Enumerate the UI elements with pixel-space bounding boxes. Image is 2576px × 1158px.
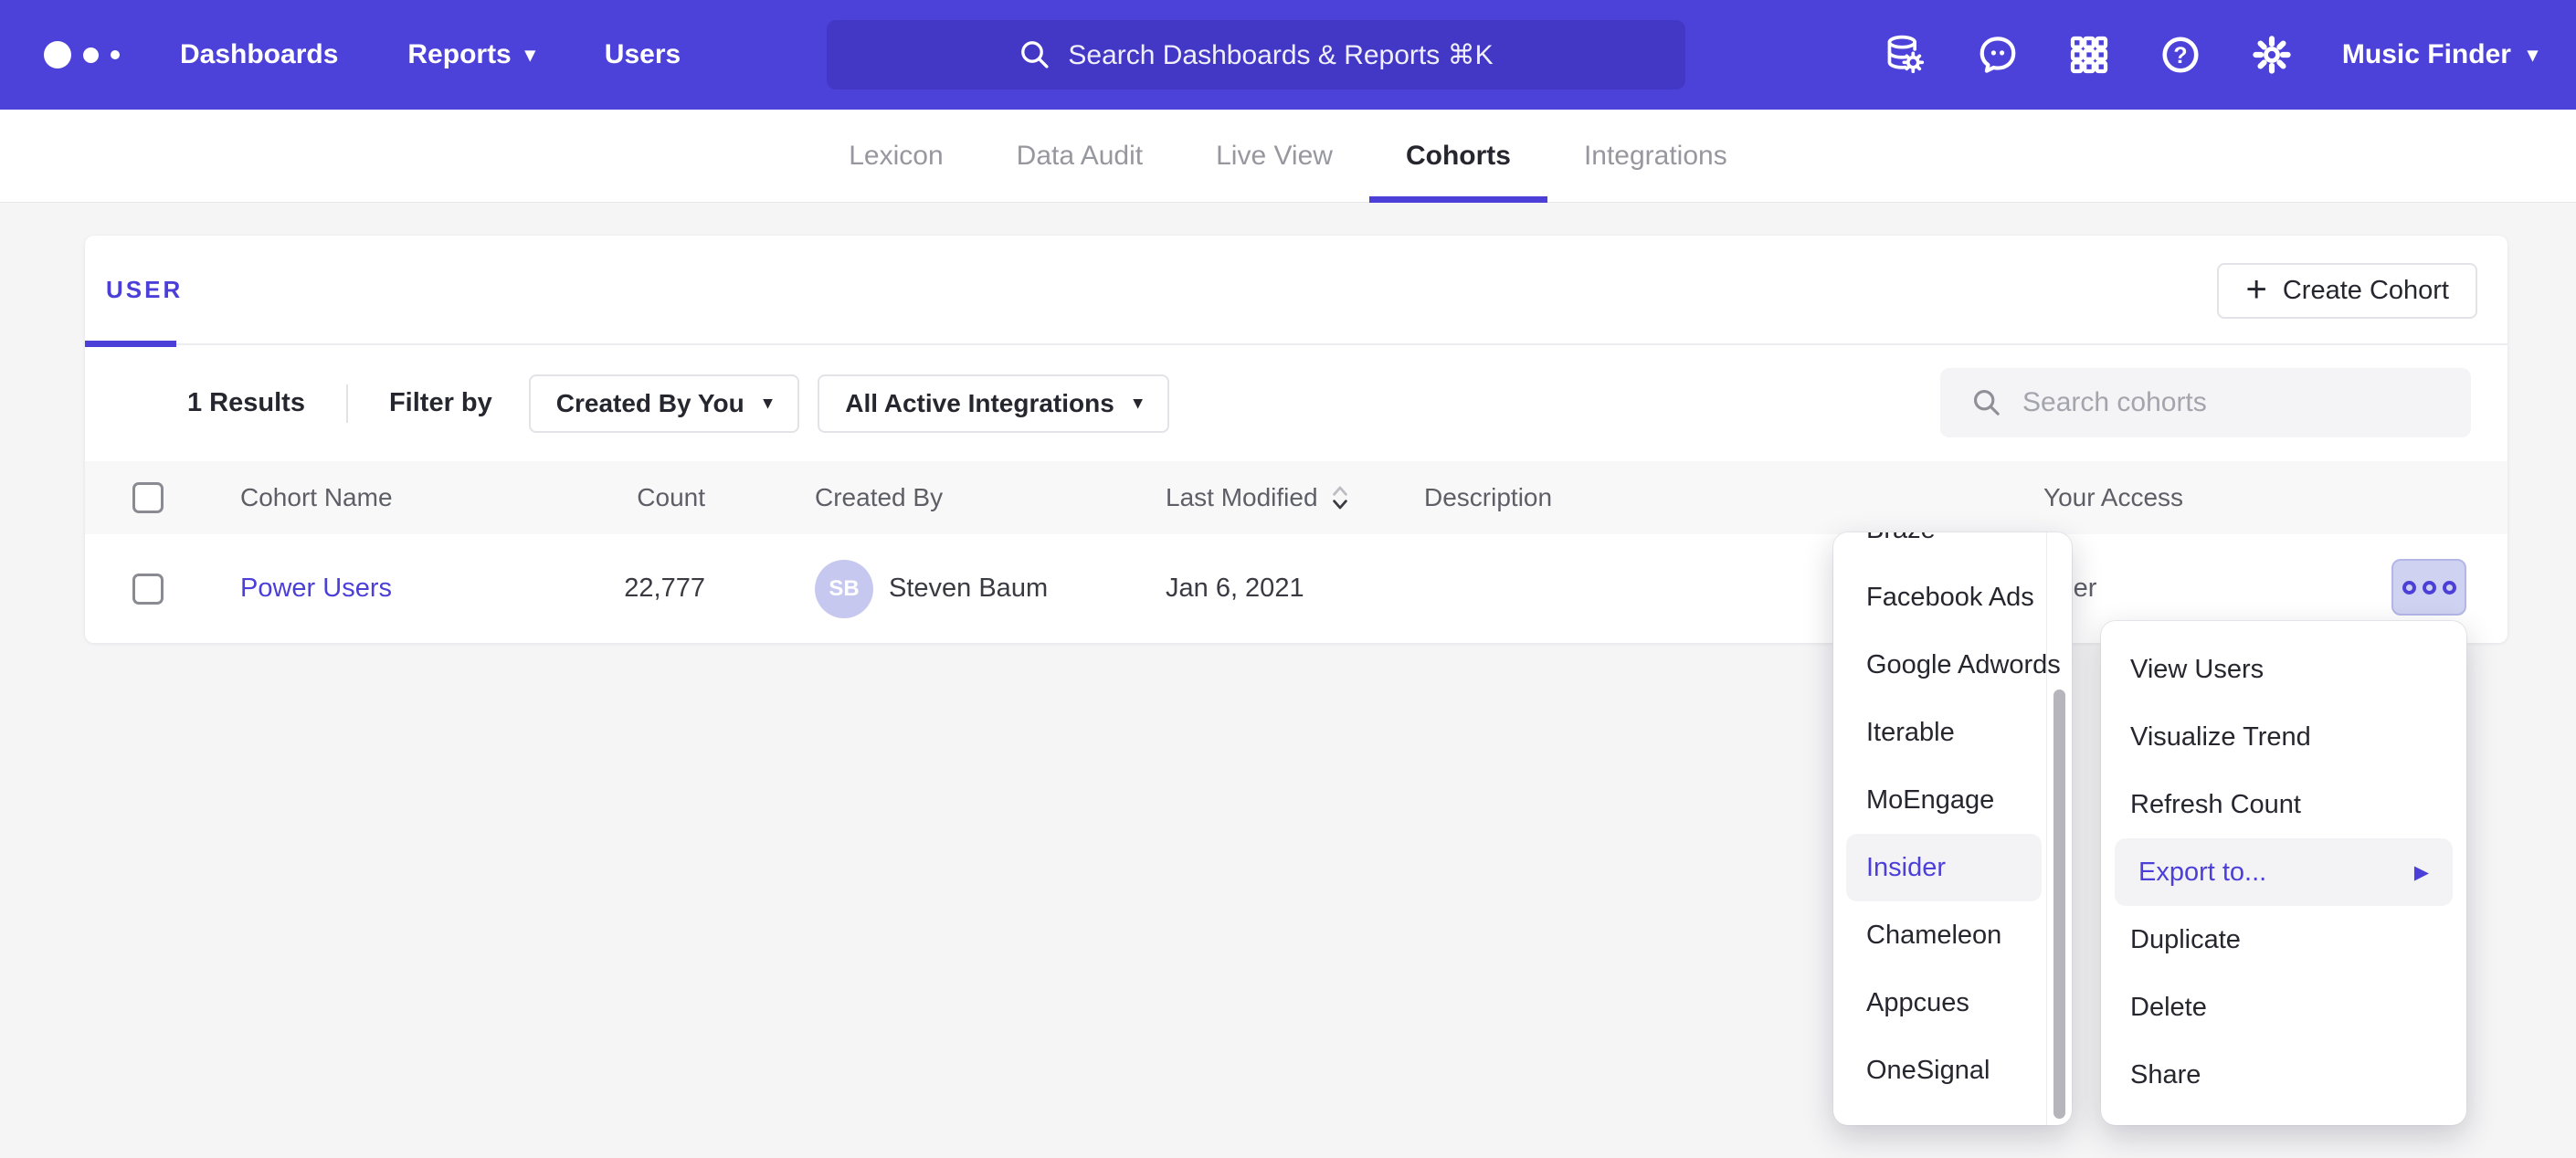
create-cohort-button[interactable]: + Create Cohort <box>2217 263 2477 319</box>
feedback-icon[interactable] <box>1977 34 2019 76</box>
create-cohort-label: Create Cohort <box>2283 276 2449 306</box>
menu-item-insider[interactable]: Insider <box>1846 834 2042 901</box>
svg-text:?: ? <box>2173 43 2187 68</box>
primary-nav: Dashboards Reports ▾ Users <box>180 39 681 70</box>
last-modified-date: Jan 6, 2021 <box>1166 534 1304 643</box>
menu-item-export-to[interactable]: Export to... ▶ <box>2115 838 2453 906</box>
chevron-down-icon: ▾ <box>2528 45 2538 65</box>
ellipsis-dot-icon <box>2443 581 2456 595</box>
export-to-label: Export to... <box>2138 858 2266 888</box>
row-context-menu: View Users Visualize Trend Refresh Count… <box>2101 621 2466 1125</box>
global-search-input[interactable]: Search Dashboards & Reports ⌘K <box>827 20 1685 89</box>
column-header-cohort-name: Cohort Name <box>240 461 393 534</box>
menu-item-visualize-trend[interactable]: Visualize Trend <box>2101 703 2466 771</box>
ellipsis-dot-icon <box>2423 581 2436 595</box>
project-name: Music Finder <box>2342 39 2511 70</box>
column-header-description: Description <box>1424 461 1552 534</box>
global-search-placeholder: Search Dashboards & Reports ⌘K <box>1068 39 1493 71</box>
menu-item-iterable[interactable]: Iterable <box>1833 699 2045 766</box>
integrations-filter-value: All Active Integrations <box>845 389 1114 418</box>
card-header: USER + Create Cohort <box>85 236 2507 345</box>
column-header-count: Count <box>487 461 705 534</box>
menu-item-refresh-count[interactable]: Refresh Count <box>2101 771 2466 838</box>
filter-by-label: Filter by <box>389 388 492 418</box>
created-by-name: Steven Baum <box>889 574 1048 604</box>
tab-data-audit[interactable]: Data Audit <box>980 110 1179 202</box>
cohorts-card: USER + Create Cohort 1 Results Filter by… <box>85 236 2507 643</box>
row-checkbox[interactable] <box>132 574 164 605</box>
menu-item-facebook-ads[interactable]: Facebook Ads <box>1833 563 2045 631</box>
ellipsis-dot-icon <box>2402 581 2416 595</box>
chevron-down-icon: ▾ <box>1134 395 1143 412</box>
data-management-icon[interactable] <box>1884 33 1927 77</box>
menu-item-moengage[interactable]: MoEngage <box>1833 766 2045 834</box>
menu-item-duplicate[interactable]: Duplicate <box>2101 906 2466 974</box>
tab-live-view[interactable]: Live View <box>1179 110 1369 202</box>
mixpanel-logo-icon[interactable] <box>44 41 120 68</box>
tab-integrations[interactable]: Integrations <box>1547 110 1764 202</box>
nav-reports-label: Reports <box>407 39 511 70</box>
column-header-your-access: Your Access <box>2043 461 2183 534</box>
menu-item-view-users[interactable]: View Users <box>2101 636 2466 703</box>
search-cohorts-field <box>1940 368 2471 437</box>
submenu-arrow-icon: ▶ <box>2414 861 2429 884</box>
nav-users-label: Users <box>605 39 681 70</box>
project-switcher[interactable]: Music Finder ▾ <box>2342 39 2538 70</box>
search-cohorts-input[interactable] <box>2022 387 2471 418</box>
settings-icon[interactable] <box>2251 34 2293 76</box>
chevron-down-icon: ▾ <box>525 45 535 65</box>
help-icon[interactable]: ? <box>2159 34 2201 76</box>
logo-dot <box>44 41 71 68</box>
divider <box>346 384 348 423</box>
logo-dot <box>111 50 120 59</box>
export-to-submenu: Braze Facebook Ads Google Adwords Iterab… <box>1833 532 2072 1125</box>
created-by-filter-dropdown[interactable]: Created By You ▾ <box>529 374 799 433</box>
nav-reports[interactable]: Reports ▾ <box>407 39 534 70</box>
column-header-last-modified[interactable]: Last Modified <box>1166 461 1350 534</box>
tab-user-cohorts[interactable]: USER <box>85 236 219 343</box>
created-by-filter-value: Created By You <box>556 389 744 418</box>
results-count: 1 Results <box>187 388 305 418</box>
section-tabs: Lexicon Data Audit Live View Cohorts Int… <box>0 110 2576 203</box>
menu-item-chameleon[interactable]: Chameleon <box>1833 901 2045 969</box>
menu-item-braze[interactable]: Braze <box>1833 532 2045 563</box>
top-navbar: Dashboards Reports ▾ Users Search Dashboa… <box>0 0 2576 110</box>
cohort-count: 22,777 <box>487 534 705 643</box>
apps-grid-icon[interactable] <box>2068 34 2110 76</box>
cohorts-page: Dashboards Reports ▾ Users Search Dashboa… <box>0 0 2576 1158</box>
select-all-checkbox[interactable] <box>132 482 164 513</box>
navbar-right-cluster: ? Music Finder ▾ <box>1884 0 2538 110</box>
scrollbar-thumb[interactable] <box>2053 690 2065 1119</box>
menu-item-google-adwords[interactable]: Google Adwords <box>1833 631 2045 699</box>
search-icon <box>1019 38 1051 71</box>
menu-item-delete[interactable]: Delete <box>2101 974 2466 1041</box>
nav-users[interactable]: Users <box>605 39 681 70</box>
tab-lexicon[interactable]: Lexicon <box>812 110 979 202</box>
menu-item-onesignal[interactable]: OneSignal <box>1833 1037 2045 1104</box>
search-icon <box>1971 387 2002 418</box>
integrations-filter-dropdown[interactable]: All Active Integrations ▾ <box>818 374 1169 433</box>
last-modified-label: Last Modified <box>1166 483 1318 512</box>
cohort-name-link[interactable]: Power Users <box>240 574 392 604</box>
export-submenu-items: Braze Facebook Ads Google Adwords Iterab… <box>1833 532 2072 1104</box>
filter-toolbar: 1 Results Filter by Created By You ▾ All… <box>85 345 2507 461</box>
nav-dashboards-label: Dashboards <box>180 39 338 70</box>
row-actions-button[interactable] <box>2391 559 2466 616</box>
menu-item-share[interactable]: Share <box>2101 1041 2466 1109</box>
chevron-down-icon: ▾ <box>764 395 773 412</box>
menu-item-appcues[interactable]: Appcues <box>1833 969 2045 1037</box>
avatar: SB <box>815 560 873 618</box>
table-header-row: Cohort Name Count Created By Last Modifi… <box>85 461 2507 534</box>
column-header-created-by: Created By <box>815 461 943 534</box>
tab-cohorts[interactable]: Cohorts <box>1369 110 1547 202</box>
logo-dot <box>83 47 99 63</box>
sort-icon <box>1330 483 1350 512</box>
nav-dashboards[interactable]: Dashboards <box>180 39 338 70</box>
